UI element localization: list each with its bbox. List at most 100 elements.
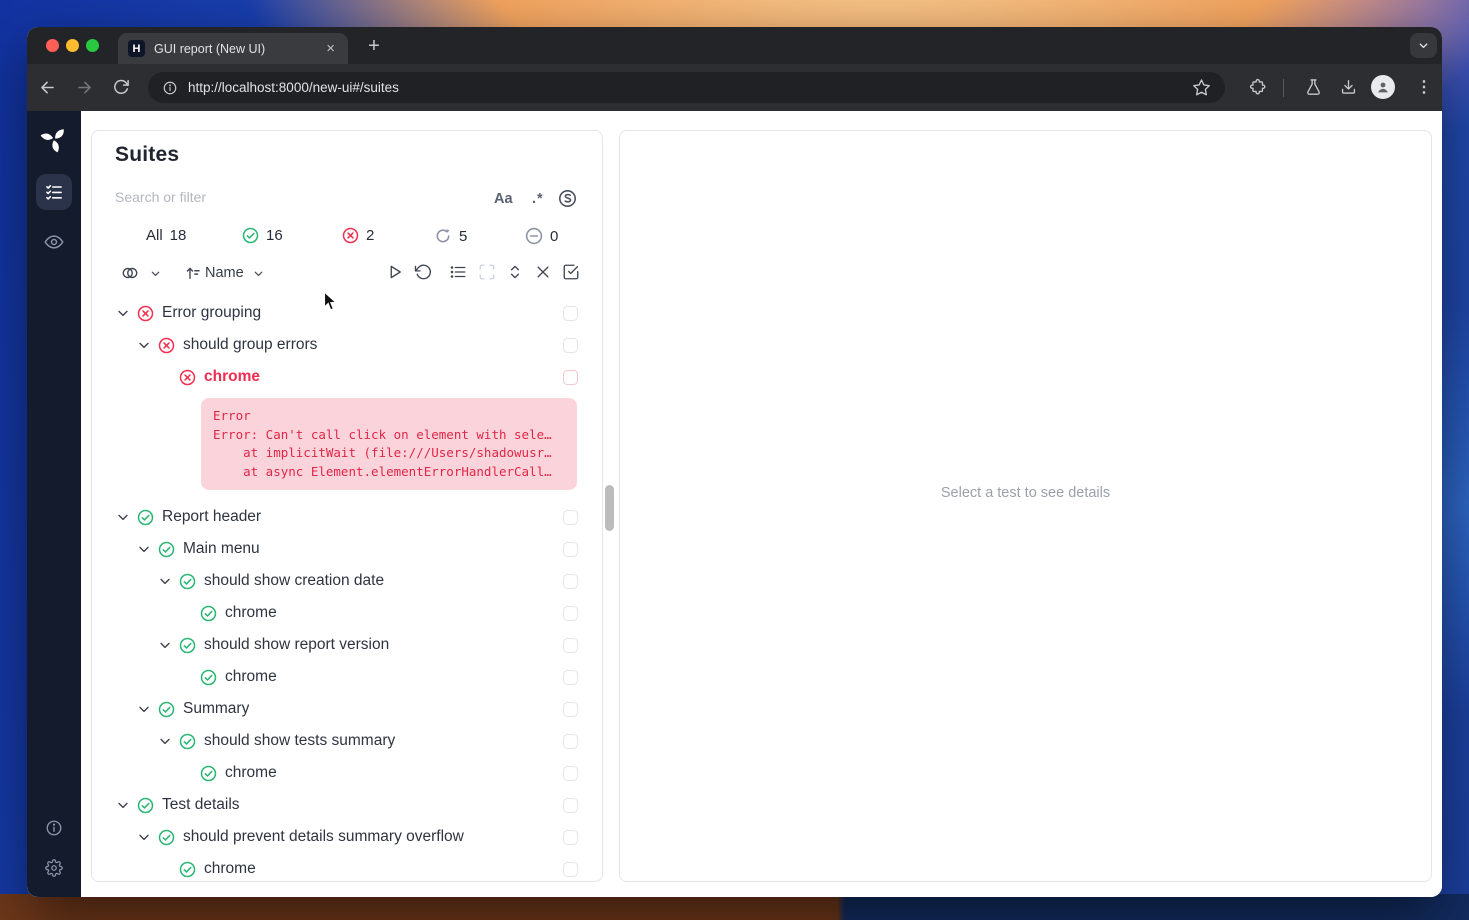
run-tests-button[interactable]	[386, 263, 404, 281]
filter-passed-count: 16	[266, 227, 283, 244]
row-checkbox[interactable]	[563, 766, 578, 781]
expand-all-button[interactable]	[506, 263, 524, 281]
chevron-down-icon[interactable]	[136, 541, 152, 557]
macos-minimize-button[interactable]	[66, 39, 79, 52]
tree-item-label: should show report version	[204, 636, 389, 654]
labs-button[interactable]	[1304, 78, 1323, 97]
chevron-down-icon[interactable]	[157, 637, 173, 653]
row-checkbox[interactable]	[563, 510, 578, 525]
row-checkbox[interactable]	[563, 338, 578, 353]
tree-item-label: should show tests summary	[204, 732, 395, 750]
filter-failed[interactable]: 2	[342, 227, 374, 244]
row-checkbox[interactable]	[563, 574, 578, 589]
chevron-down-icon[interactable]	[136, 337, 152, 353]
chevron-down-icon[interactable]	[252, 267, 265, 280]
chevron-down-icon[interactable]	[149, 267, 162, 280]
back-button[interactable]	[38, 78, 57, 97]
filter-retried[interactable]: 5	[434, 227, 467, 245]
site-info-icon[interactable]	[162, 80, 178, 96]
tree-row[interactable]: chrome	[92, 597, 602, 629]
row-checkbox[interactable]	[563, 830, 578, 845]
tree-row[interactable]: Summary	[92, 693, 602, 725]
chevron-down-icon[interactable]	[136, 829, 152, 845]
chevron-down-icon[interactable]	[115, 305, 131, 321]
status-passed-icon	[137, 509, 154, 526]
close-tab-icon[interactable]: ×	[323, 40, 338, 57]
profile-button[interactable]	[1371, 75, 1395, 99]
sidebar-item-watch[interactable]	[44, 232, 64, 252]
row-checkbox[interactable]	[563, 734, 578, 749]
url-text[interactable]: http://localhost:8000/new-ui#/suites	[188, 80, 399, 95]
tree-row[interactable]: chrome	[92, 853, 602, 882]
chevron-down-icon[interactable]	[157, 573, 173, 589]
row-checkbox[interactable]	[563, 370, 578, 385]
tree-item-label: Summary	[183, 700, 249, 718]
row-checkbox[interactable]	[563, 306, 578, 321]
rerun-button[interactable]	[414, 263, 432, 281]
chevron-down-icon[interactable]	[115, 797, 131, 813]
filter-status-button[interactable]	[558, 189, 577, 208]
status-passed-icon	[179, 861, 196, 878]
row-checkbox[interactable]	[563, 798, 578, 813]
sidebar-item-tests[interactable]	[36, 174, 72, 210]
extensions-button[interactable]	[1249, 78, 1268, 97]
grouping-button[interactable]	[120, 263, 140, 283]
filter-all[interactable]: All 18	[146, 227, 186, 244]
match-case-button[interactable]: Aa	[494, 191, 513, 207]
reload-button[interactable]	[112, 78, 131, 97]
browser-menu-button[interactable]: ⋮	[1416, 77, 1432, 97]
search-input[interactable]	[115, 189, 455, 205]
macos-zoom-button[interactable]	[86, 39, 99, 52]
row-checkbox[interactable]	[563, 862, 578, 877]
sort-button[interactable]	[184, 264, 202, 282]
tree-row[interactable]: Error grouping	[92, 297, 602, 329]
filter-passed[interactable]: 16	[242, 227, 283, 244]
sort-field-label[interactable]: Name	[205, 265, 244, 281]
star-icon	[1192, 78, 1211, 97]
row-checkbox[interactable]	[563, 670, 578, 685]
allure-logo	[40, 125, 68, 153]
filter-skipped[interactable]: 0	[525, 227, 558, 245]
tree-row[interactable]: chrome	[92, 661, 602, 693]
tree-row[interactable]: Report header	[92, 501, 602, 533]
tree-item-label: should show creation date	[204, 572, 384, 590]
new-tab-button[interactable]: +	[363, 35, 385, 58]
tree-row[interactable]: should prevent details summary overflow	[92, 821, 602, 853]
row-checkbox[interactable]	[563, 606, 578, 621]
browser-tab[interactable]: H GUI report (New UI) ×	[118, 33, 348, 64]
status-passed-icon	[137, 797, 154, 814]
row-checkbox[interactable]	[563, 542, 578, 557]
tab-search-button[interactable]	[1410, 33, 1437, 58]
error-message-box[interactable]: ErrorError: Can't call click on element …	[201, 398, 577, 490]
tree-row[interactable]: chrome	[92, 361, 602, 393]
tree-row[interactable]: should group errors	[92, 329, 602, 361]
puzzle-icon	[1249, 78, 1268, 97]
select-all-button[interactable]	[562, 263, 580, 281]
macos-close-button[interactable]	[46, 39, 59, 52]
tree-row[interactable]: should show creation date	[92, 565, 602, 597]
chevron-down-icon	[252, 267, 265, 280]
sidebar-settings-button[interactable]	[45, 859, 63, 877]
sidebar-info-button[interactable]	[45, 819, 63, 837]
forward-button[interactable]	[75, 78, 94, 97]
bookmark-star-icon[interactable]	[1192, 78, 1211, 97]
row-checkbox[interactable]	[563, 638, 578, 653]
row-checkbox[interactable]	[563, 702, 578, 717]
address-bar[interactable]: http://localhost:8000/new-ui#/suites	[148, 72, 1225, 103]
chevron-down-icon[interactable]	[115, 509, 131, 525]
list-view-button[interactable]	[449, 263, 467, 281]
chevron-down-icon[interactable]	[157, 733, 173, 749]
scrollbar-thumb[interactable]	[605, 485, 614, 531]
tree-row[interactable]: Test details	[92, 789, 602, 821]
regex-button[interactable]: .*	[532, 191, 544, 207]
collapse-all-button[interactable]	[534, 263, 552, 281]
browser-window: H GUI report (New UI) × + http://localho…	[27, 27, 1442, 897]
tree-row[interactable]: chrome	[92, 757, 602, 789]
downloads-button[interactable]	[1339, 78, 1358, 97]
chevron-down-icon[interactable]	[136, 701, 152, 717]
failed-status-icon	[342, 227, 359, 244]
tree-row[interactable]: should show tests summary	[92, 725, 602, 757]
tree-row[interactable]: should show report version	[92, 629, 602, 661]
focus-mode-button[interactable]	[478, 263, 496, 281]
tree-row[interactable]: Main menu	[92, 533, 602, 565]
